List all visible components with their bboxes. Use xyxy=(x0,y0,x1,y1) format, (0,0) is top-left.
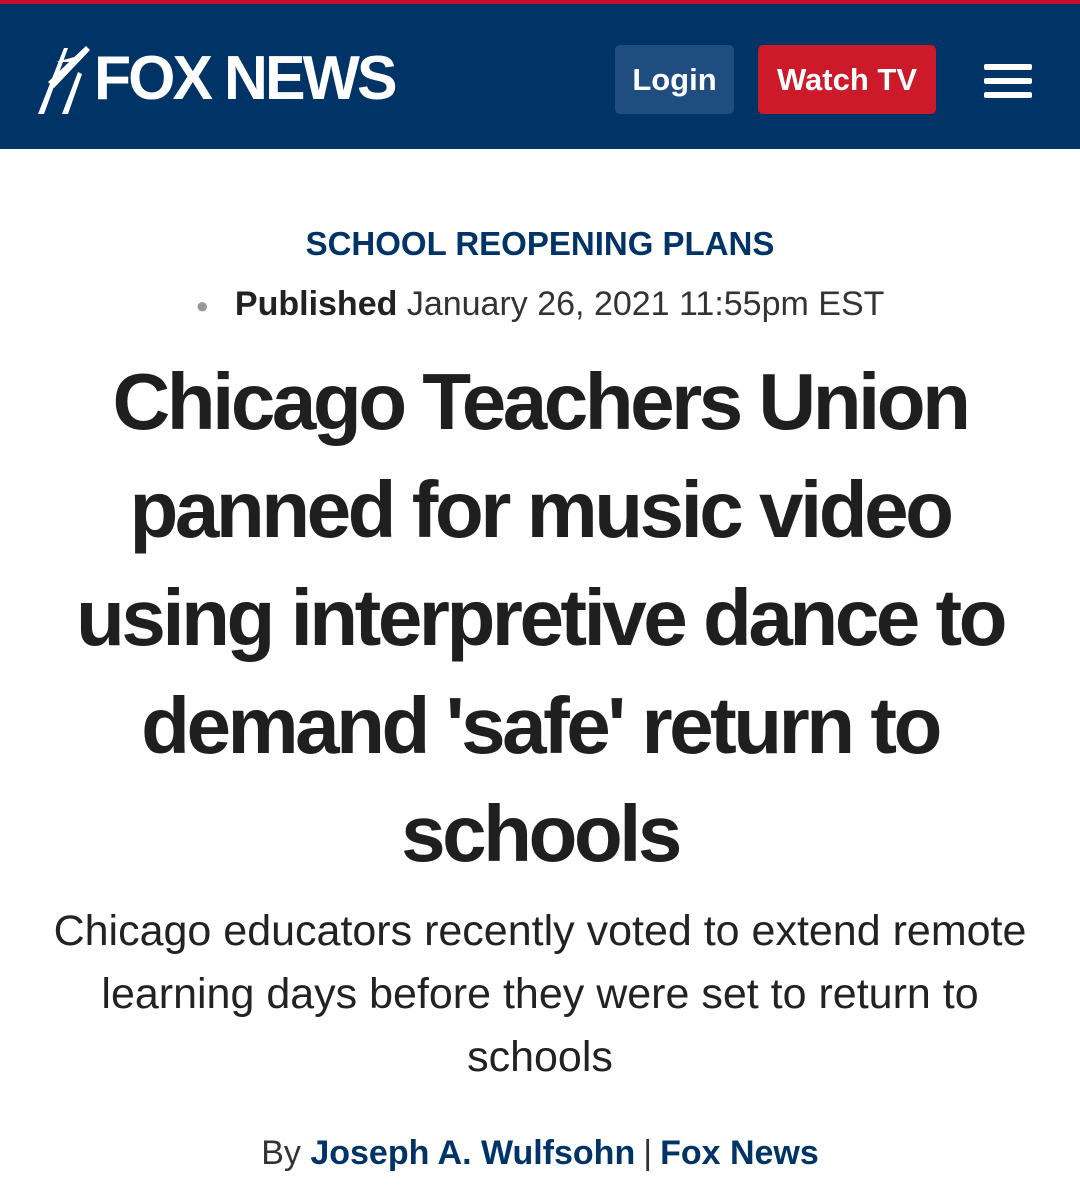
article-subheadline: Chicago educators recently voted to exte… xyxy=(53,907,1027,1081)
author-link[interactable]: Joseph A. Wulfsohn xyxy=(310,1134,635,1172)
site-header: FOX NEWS Login Watch TV xyxy=(0,0,1080,149)
login-button[interactable]: Login xyxy=(615,45,734,114)
logo-text: FOX NEWS xyxy=(94,44,397,113)
article-category-link[interactable]: SCHOOL REOPENING PLANS xyxy=(0,224,1080,264)
published-label: Published xyxy=(234,285,398,323)
published-date: January 26, 2021 11:55pm EST xyxy=(406,285,885,323)
byline-separator: | xyxy=(643,1134,653,1172)
published-timestamp: ● Published January 26, 2021 11:55pm EST xyxy=(0,283,1080,327)
byline-prefix: By xyxy=(261,1134,301,1172)
fox-logo-searchlight-icon xyxy=(38,46,90,114)
watch-tv-button[interactable]: Watch TV xyxy=(758,45,936,114)
outlet-link[interactable]: Fox News xyxy=(660,1134,819,1172)
hamburger-menu-icon[interactable] xyxy=(984,64,1032,98)
article-headline: Chicago Teachers Union panned for music … xyxy=(76,357,1007,878)
article-byline: By Joseph A. Wulfsohn | Fox News xyxy=(0,1132,1080,1174)
fox-news-logo[interactable]: FOX NEWS xyxy=(34,42,401,116)
bullet-icon: ● xyxy=(195,293,209,319)
